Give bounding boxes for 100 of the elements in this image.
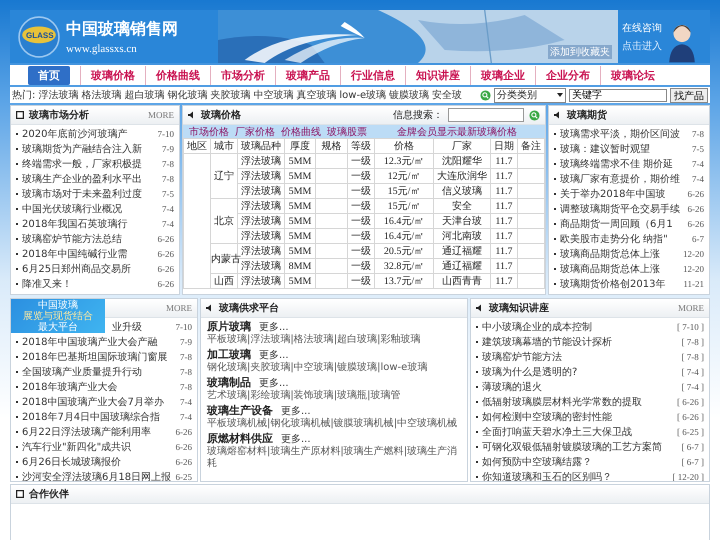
news-link[interactable]: 2018年我国石英玻璃行 <box>22 216 158 230</box>
member-notice-link[interactable]: 金牌会员显示最新玻璃价格 <box>397 124 517 138</box>
table-cell: 辽宁 <box>210 154 238 198</box>
news-link[interactable]: 6月22日浮法玻璃产能利用率 <box>22 424 172 438</box>
hot-link[interactable]: 超白玻璃 <box>124 88 164 102</box>
news-link[interactable]: 全国玻璃产业质量提升行动 <box>22 364 176 378</box>
news-link[interactable]: 玻璃为什么是透明的? <box>482 364 678 378</box>
price-tab-link[interactable]: 市场价格 <box>189 124 229 138</box>
subcategory-links[interactable]: 玻璃熔窑材料|玻璃生产原材料|玻璃生产燃料|玻璃生产消耗 <box>207 446 461 470</box>
news-link[interactable]: 玻璃市场对于未来盈利过度 <box>22 186 158 200</box>
news-link[interactable]: 2018年中国玻璃产业大会产融 <box>22 334 176 348</box>
news-link[interactable]: 业升级 <box>112 320 172 334</box>
hot-link[interactable]: 安全玻 <box>432 88 462 102</box>
category-link[interactable]: 玻璃制品 <box>207 375 251 390</box>
more-link[interactable]: MORE <box>166 303 192 313</box>
hot-link[interactable]: 中空玻璃 <box>253 88 294 102</box>
news-link[interactable]: 降准又来！ <box>22 276 154 290</box>
find-product-button[interactable]: 找产品 <box>670 88 708 102</box>
news-link[interactable]: 玻璃需求平淡，期价区间波 <box>560 126 688 140</box>
news-link[interactable]: 2018年中国纯碱行业需 <box>22 246 154 260</box>
more-link[interactable]: 更多... <box>281 432 311 446</box>
news-link[interactable]: 全面打响蓝天碧水净土三大保卫战 <box>482 424 673 438</box>
search-icon[interactable] <box>480 90 491 100</box>
news-link[interactable]: 中小玻璃企业的成本控制 <box>482 320 673 334</box>
news-link[interactable]: 玻璃：建议暂时观望 <box>560 142 688 156</box>
news-link[interactable]: 如何预防中空玻璃结露？ <box>482 454 678 468</box>
nav-tab[interactable]: 企业分布 <box>535 66 600 84</box>
category-link[interactable]: 玻璃生产设备 <box>207 403 273 418</box>
nav-tab[interactable]: 价格曲线 <box>145 66 210 84</box>
news-date: 7-10 <box>158 128 174 138</box>
table-cell: 北京 <box>210 198 238 244</box>
table-cell: 12元/㎡ <box>374 168 434 184</box>
price-tab-link[interactable]: 厂家价格 <box>235 124 275 138</box>
news-link[interactable]: 玻璃商品期货总体上涨 <box>560 246 679 260</box>
nav-tab[interactable]: 行业信息 <box>340 66 405 84</box>
news-link[interactable]: 调整玻璃期货平仓交易手续 <box>560 202 684 216</box>
news-link[interactable]: 低辐射玻璃膜层材料光学常数的提取 <box>482 394 673 408</box>
news-link[interactable]: 2018年玻璃产业大会 <box>22 380 176 394</box>
hot-link[interactable]: 格法玻璃 <box>81 88 122 102</box>
category-select[interactable]: 分类类别 <box>494 88 566 102</box>
news-date: 7-5 <box>162 188 174 198</box>
nav-tab[interactable]: 玻璃论坛 <box>600 66 665 84</box>
news-link[interactable]: 中国光伏玻璃行业概况 <box>22 202 158 216</box>
price-tab-link[interactable]: 玻璃股票 <box>327 124 367 138</box>
news-link[interactable]: 2020年底前沙河玻璃产 <box>22 126 154 140</box>
news-link[interactable]: 2018中国玻璃产业大会7月举办 <box>22 394 176 408</box>
news-link[interactable]: 商品期货一周回顾（6月1 <box>560 216 684 230</box>
more-link[interactable]: MORE <box>678 303 704 313</box>
news-link[interactable]: 建筑玻璃幕墙的节能设计探析 <box>482 334 678 348</box>
hot-link[interactable]: 钢化玻璃 <box>167 88 208 102</box>
news-link[interactable]: 玻璃窑炉节能方法总结 <box>22 232 154 246</box>
news-date: 6-26 <box>158 248 174 258</box>
news-link[interactable]: 2018年巴基斯坦国际玻璃门窗展 <box>22 350 176 364</box>
news-link[interactable]: 玻璃窑炉节能方法 <box>482 350 678 364</box>
nav-tab[interactable]: 首页 <box>28 66 70 84</box>
keyword-field[interactable]: 关键字 <box>569 88 667 102</box>
nav-tab[interactable]: 玻璃企业 <box>470 66 535 84</box>
news-link[interactable]: 玻璃期货为产融结合注入新 <box>22 142 158 156</box>
news-link[interactable]: 你知道玻璃和玉石的区别吗？ <box>482 470 668 481</box>
news-link[interactable]: 欧美股市走势分化 纳指" <box>560 232 688 246</box>
category-link[interactable]: 加工玻璃 <box>207 347 251 362</box>
more-link[interactable]: 更多... <box>259 348 289 362</box>
hot-link[interactable]: low-e玻璃 <box>339 88 386 102</box>
news-link[interactable]: 如何检测中空玻璃的密封性能 <box>482 410 673 424</box>
news-link[interactable]: 玻璃厂家有意提价，期价维 <box>560 172 688 186</box>
news-link[interactable]: 2018年7月4日中国玻璃综合指 <box>22 410 176 424</box>
more-link[interactable]: 更多... <box>259 376 289 390</box>
news-link[interactable]: 6月26日长城玻璃报价 <box>22 454 172 468</box>
news-link[interactable]: 汽车行业"新四化"成共识 <box>22 440 172 454</box>
news-link[interactable]: 沙河安全浮法玻璃6月18日网上报 <box>22 470 172 481</box>
hot-link[interactable]: 镀膜玻璃 <box>389 88 430 102</box>
hot-link[interactable]: 夹胶玻璃 <box>210 88 250 102</box>
news-link[interactable]: 终端需求一般，厂家积极提 <box>22 156 158 170</box>
news-link[interactable]: 薄玻璃的退火 <box>482 380 678 394</box>
category-link[interactable]: 原片玻璃 <box>207 319 251 334</box>
news-link[interactable]: 6月25日郑州商品交易所 <box>22 262 154 276</box>
price-tab-link[interactable]: 价格曲线 <box>281 124 321 138</box>
hot-link[interactable]: 浮法玻璃 <box>38 88 78 102</box>
news-date: 12-20 <box>683 248 704 258</box>
news-link[interactable]: 玻璃生产企业的盈利水平出 <box>22 172 158 186</box>
news-link[interactable]: 可钢化双银低辐射镀膜玻璃的工艺方案简 <box>482 440 678 454</box>
subcategory-links[interactable]: 平板玻璃|浮法玻璃|格法玻璃|超白玻璃|彩釉玻璃 <box>207 334 461 346</box>
category-link[interactable]: 原燃材料供应 <box>207 431 273 446</box>
search-icon[interactable] <box>529 110 540 120</box>
nav-tab[interactable]: 知识讲座 <box>405 66 470 84</box>
subcategory-links[interactable]: 艺术玻璃|彩绘玻璃|装饰玻璃|玻璃瓶|玻璃管 <box>207 390 461 402</box>
subcategory-links[interactable]: 钢化玻璃|夹胶玻璃|中空玻璃|镀膜玻璃|low-e玻璃 <box>207 362 461 374</box>
more-link[interactable]: 更多... <box>281 404 311 418</box>
news-link[interactable]: 玻璃商品期货总体上涨 <box>560 262 679 276</box>
nav-tab[interactable]: 玻璃价格 <box>80 66 145 84</box>
nav-tab[interactable]: 玻璃产品 <box>275 66 340 84</box>
more-link[interactable]: 更多... <box>259 320 289 334</box>
subcategory-links[interactable]: 平板玻璃机械|钢化玻璃机械|镀膜玻璃机械|中空玻璃机械 <box>207 418 461 430</box>
news-link[interactable]: 玻璃终端需求不佳 期价延 <box>560 156 688 170</box>
news-link[interactable]: 玻璃期货价格创2013年 <box>560 276 680 290</box>
news-link[interactable]: 关于举办2018年中国玻 <box>560 186 684 200</box>
hot-link[interactable]: 真空玻璃 <box>296 88 336 102</box>
nav-tab[interactable]: 市场分析 <box>210 66 275 84</box>
more-link[interactable]: MORE <box>148 110 174 120</box>
info-search-field[interactable] <box>448 108 524 122</box>
